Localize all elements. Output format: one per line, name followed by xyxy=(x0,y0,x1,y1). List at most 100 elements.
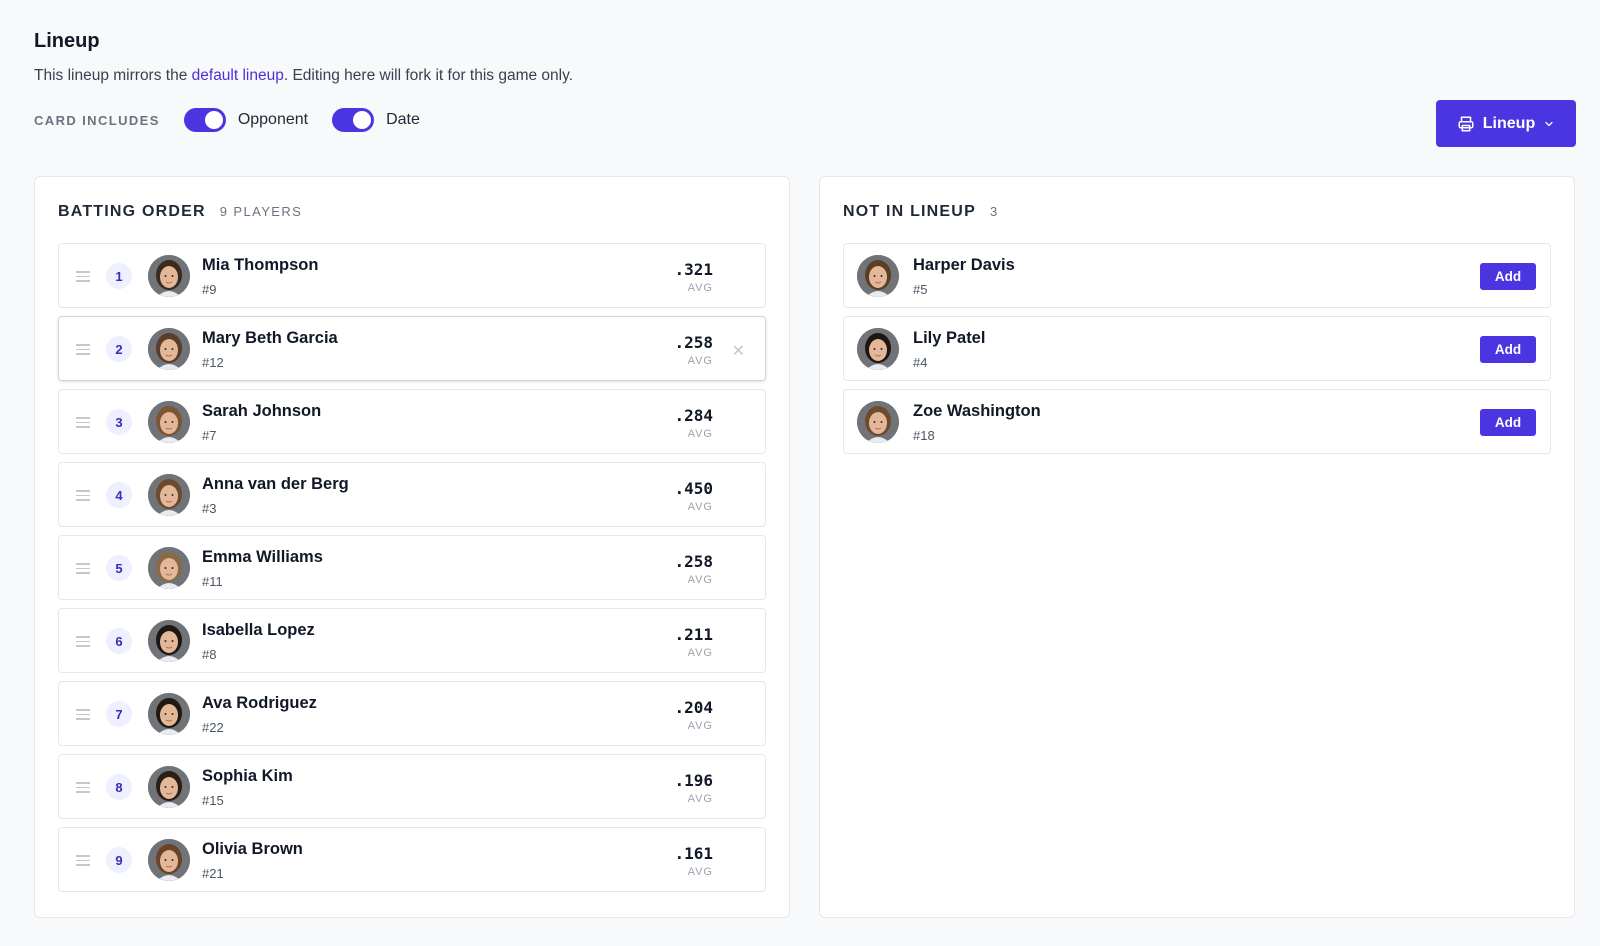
batting-average-value: .161 xyxy=(674,844,713,863)
batting-order-number: 3 xyxy=(106,409,132,435)
player-name: Isabella Lopez xyxy=(202,621,315,639)
batting-order-number: 1 xyxy=(106,263,132,289)
drag-handle-icon[interactable] xyxy=(76,417,90,431)
add-player-button[interactable]: Add xyxy=(1480,263,1536,290)
player-jersey-number: #5 xyxy=(913,282,928,297)
opponent-toggle-label: Opponent xyxy=(237,111,309,128)
player-avatar xyxy=(148,255,190,297)
batting-order-number: 7 xyxy=(106,701,132,727)
batting-order-row[interactable]: 2 Mary Beth Garcia #12 .258 AVG ✕ xyxy=(58,316,766,381)
batting-average-label: AVG xyxy=(687,793,713,805)
batting-average-label: AVG xyxy=(687,282,713,294)
drag-handle-icon[interactable] xyxy=(76,855,90,869)
drag-handle-icon[interactable] xyxy=(76,490,90,504)
drag-handle-icon[interactable] xyxy=(76,271,90,285)
subtitle-suffix: . Editing here will fork it for this gam… xyxy=(283,67,574,84)
player-jersey-number: #22 xyxy=(202,720,224,735)
not-in-lineup-panel: NOT IN LINEUP 3 Harper Davis #5 Add Lily Pa… xyxy=(819,176,1575,918)
player-jersey-number: #11 xyxy=(202,574,223,589)
batting-order-list: 1 Mia Thompson #9 .321 AVG 2 Mary Beth Garcia #… xyxy=(58,243,766,900)
toggle-knob xyxy=(204,111,223,129)
batting-average-value: .450 xyxy=(674,479,713,498)
batting-order-row[interactable]: 4 Anna van der Berg #3 .450 AVG xyxy=(58,462,766,527)
card-includes-controls: CARD INCLUDES Opponent Date xyxy=(34,108,444,132)
batting-average-value: .321 xyxy=(674,260,713,279)
print-lineup-button[interactable]: Lineup xyxy=(1436,100,1576,147)
player-jersey-number: #15 xyxy=(202,793,224,808)
player-avatar xyxy=(857,255,899,297)
batting-order-row[interactable]: 1 Mia Thompson #9 .321 AVG xyxy=(58,243,766,308)
batting-average-label: AVG xyxy=(687,574,713,586)
drag-handle-icon[interactable] xyxy=(76,782,90,796)
not-in-lineup-list: Harper Davis #5 Add Lily Patel #4 Add Zoe Wash… xyxy=(843,243,1551,462)
close-icon[interactable]: ✕ xyxy=(732,341,745,361)
add-player-button[interactable]: Add xyxy=(1480,336,1536,363)
player-jersey-number: #12 xyxy=(202,355,224,370)
batting-average-value: .196 xyxy=(674,771,713,790)
page-title: Lineup xyxy=(34,30,100,52)
default-lineup-link[interactable]: default lineup xyxy=(192,67,284,84)
batting-average: .321 AVG xyxy=(674,260,713,294)
batting-average-value: .211 xyxy=(674,625,713,644)
player-avatar xyxy=(148,766,190,808)
card-includes-label: CARD INCLUDES xyxy=(34,112,160,128)
date-toggle[interactable] xyxy=(332,108,375,132)
player-name: Olivia Brown xyxy=(202,840,303,858)
drag-handle-icon[interactable] xyxy=(76,709,90,723)
player-name: Anna van der Berg xyxy=(202,475,349,493)
subtitle-prefix: This lineup mirrors the xyxy=(34,67,192,84)
player-jersey-number: #8 xyxy=(202,647,217,662)
bench-player-row: Harper Davis #5 Add xyxy=(843,243,1551,308)
batting-average: .196 AVG xyxy=(674,771,713,805)
player-jersey-number: #4 xyxy=(913,355,928,370)
add-player-button[interactable]: Add xyxy=(1480,409,1536,436)
batting-order-row[interactable]: 7 Ava Rodriguez #22 .204 AVG xyxy=(58,681,766,746)
drag-handle-icon[interactable] xyxy=(76,636,90,650)
opponent-toggle[interactable] xyxy=(183,108,226,132)
player-avatar xyxy=(148,839,190,881)
batting-average-value: .258 xyxy=(674,333,713,352)
page-header: Lineup This lineup mirrors the default l… xyxy=(34,30,1574,85)
batting-order-number: 9 xyxy=(106,847,132,873)
player-name: Lily Patel xyxy=(913,329,986,347)
drag-handle-icon[interactable] xyxy=(76,563,90,577)
batting-average: .284 AVG xyxy=(674,406,713,440)
player-name: Harper Davis xyxy=(913,256,1015,274)
player-jersey-number: #21 xyxy=(202,866,224,881)
batting-order-row[interactable]: 5 Emma Williams #11 .258 AVG xyxy=(58,535,766,600)
page-subtitle: This lineup mirrors the default lineup. … xyxy=(34,67,1574,85)
batting-order-title: BATTING ORDER xyxy=(58,203,206,220)
player-jersey-number: #7 xyxy=(202,428,217,443)
chevron-down-icon xyxy=(1543,118,1555,130)
player-jersey-number: #3 xyxy=(202,501,217,516)
batting-average: .258 AVG xyxy=(674,333,713,367)
player-avatar xyxy=(148,328,190,370)
bench-player-row: Zoe Washington #18 Add xyxy=(843,389,1551,454)
batting-average-value: .258 xyxy=(674,552,713,571)
player-name: Mary Beth Garcia xyxy=(202,329,338,347)
batting-order-row[interactable]: 8 Sophia Kim #15 .196 AVG xyxy=(58,754,766,819)
batting-order-row[interactable]: 6 Isabella Lopez #8 .211 AVG xyxy=(58,608,766,673)
batting-average-value: .284 xyxy=(674,406,713,425)
player-avatar xyxy=(148,693,190,735)
batting-order-row[interactable]: 9 Olivia Brown #21 .161 AVG xyxy=(58,827,766,892)
drag-handle-icon[interactable] xyxy=(76,344,90,358)
batting-order-number: 5 xyxy=(106,555,132,581)
batting-order-number: 8 xyxy=(106,774,132,800)
batting-order-number: 6 xyxy=(106,628,132,654)
batting-order-number: 2 xyxy=(106,336,132,362)
batting-average: .204 AVG xyxy=(674,698,713,732)
player-jersey-number: #9 xyxy=(202,282,217,297)
player-name: Emma Williams xyxy=(202,548,323,566)
not-in-lineup-title: NOT IN LINEUP xyxy=(843,203,976,220)
batting-order-header: BATTING ORDER 9 PLAYERS xyxy=(58,203,302,221)
batting-order-row[interactable]: 3 Sarah Johnson #7 .284 AVG xyxy=(58,389,766,454)
player-jersey-number: #18 xyxy=(913,428,935,443)
batting-order-panel: BATTING ORDER 9 PLAYERS 1 Mia Thompson #9.… xyxy=(34,176,790,918)
printer-icon xyxy=(1457,115,1475,133)
batting-order-count: 9 PLAYERS xyxy=(219,204,303,219)
player-avatar xyxy=(857,401,899,443)
batting-average-label: AVG xyxy=(687,866,713,878)
player-name: Sophia Kim xyxy=(202,767,293,785)
bench-player-row: Lily Patel #4 Add xyxy=(843,316,1551,381)
